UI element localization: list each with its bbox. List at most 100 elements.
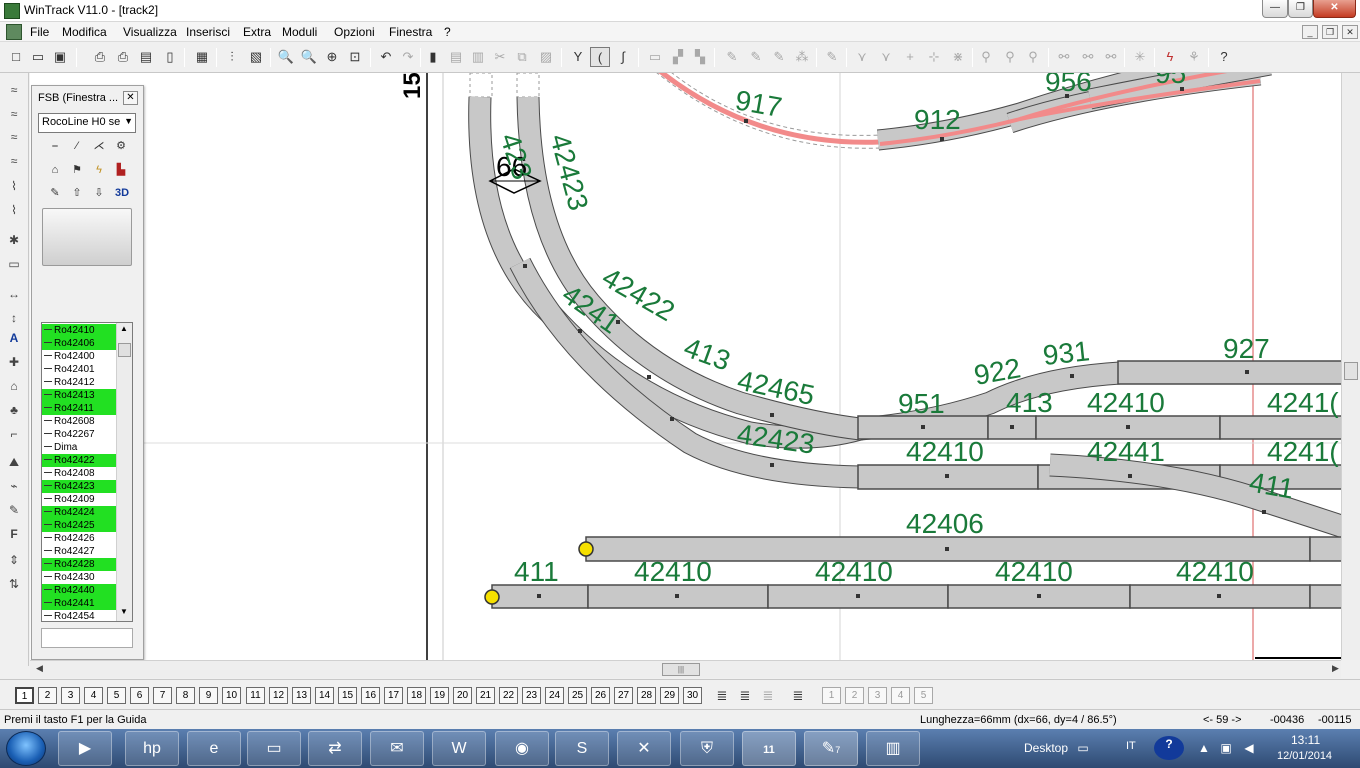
edit-track3-icon[interactable]: ✎ [769,47,789,67]
train-icon[interactable]: ▙ [112,162,130,178]
media-player-icon[interactable]: ▶ [58,731,112,766]
zoom-all-icon[interactable]: ⊡ [345,47,365,67]
track-list-item[interactable]: Ro42406 [42,337,116,350]
layer-stack2-icon[interactable]: ≣ [735,686,755,706]
open-folder-icon[interactable]: ▭ [28,47,48,67]
align-icon[interactable]: ▞ [668,47,688,67]
view-3d-button[interactable]: 3D [111,185,133,201]
decoder2-icon[interactable]: ⚯ [1078,47,1098,67]
zoom-in-icon[interactable]: 🔍 [299,47,319,67]
signal-icon[interactable]: ⚑ [68,162,86,178]
layer-button[interactable]: 24 [545,687,564,704]
measure2-icon[interactable]: ⇅ [4,575,24,593]
text-icon[interactable]: A [4,329,24,347]
minimize-button[interactable]: — [1262,0,1288,18]
track-list-item[interactable]: Ro42426 [42,532,116,545]
track-list-item[interactable]: Dima [42,441,116,454]
flex-track2-icon[interactable]: ≈ [4,105,24,123]
layer-button[interactable]: 28 [637,687,656,704]
graph-icon[interactable]: ⌁ [4,477,24,495]
flex-track-icon[interactable]: ≈ [4,81,24,99]
clock-time[interactable]: 13:11 [1291,733,1320,747]
mdi-minimize-button[interactable]: _ [1302,25,1318,39]
maximize-button[interactable]: ❐ [1288,0,1313,18]
layer-button[interactable]: 19 [430,687,449,704]
scroll-right-icon[interactable]: ▶ [1332,663,1339,674]
page-icon[interactable]: ▯ [160,47,180,67]
hp-icon[interactable]: hp [125,731,179,766]
scroll-up-icon[interactable]: ▲ [120,324,128,333]
outlook-icon[interactable]: ✉ [370,731,424,766]
track-list-item[interactable]: Ro42409 [42,493,116,506]
track-list-item[interactable]: Ro42425 [42,519,116,532]
skype-icon[interactable]: S [555,731,609,766]
document-icon[interactable] [6,24,22,40]
measure-icon[interactable]: ⇕ [4,551,24,569]
layer-button[interactable]: 17 [384,687,403,704]
fsb-close-button[interactable]: ✕ [123,91,138,105]
print-setup-icon[interactable]: ▤ [136,47,156,67]
extra-layer-button[interactable]: 2 [845,687,864,704]
mdi-restore-button[interactable]: ❐ [1322,25,1338,39]
arrow-down-icon[interactable]: ⇩ [90,185,108,201]
shield-app-icon[interactable]: ✕ [617,731,671,766]
symbol-icon[interactable]: ✱ [4,231,24,249]
menu-finestra[interactable]: Finestra [389,25,432,39]
tree-icon[interactable]: ♣ [4,401,24,419]
group-icon[interactable]: ⁂ [792,47,812,67]
settings-sliders-icon[interactable]: ⫶ [222,47,242,67]
split-track-icon[interactable]: Y [568,47,588,67]
layer-button[interactable]: 2 [38,687,57,704]
help-tray-icon[interactable]: ? [1154,736,1184,760]
track-list-item[interactable]: Ro42401 [42,363,116,376]
volume-icon[interactable]: ◀ [1241,740,1257,756]
dimension2-icon[interactable]: ↕ [4,309,24,327]
building-icon[interactable]: ⌂ [46,162,64,178]
layer-button[interactable]: 22 [499,687,518,704]
switch-track-icon[interactable]: ⋌ [90,138,108,154]
menu-file[interactable]: File [30,25,49,39]
cut-icon[interactable]: ✂ [490,47,510,67]
word-icon[interactable]: W [432,731,486,766]
scroll-down-icon[interactable]: ▼ [120,607,128,616]
straight-track-icon[interactable]: ⎯ [46,138,64,154]
layer-button[interactable]: 3 [61,687,80,704]
road-icon[interactable]: ⌐ [4,425,24,443]
image-icon[interactable]: ▧ [246,47,266,67]
layer-manager-icon[interactable]: ≣ [788,686,808,706]
layer-button[interactable]: 18 [407,687,426,704]
layer-button[interactable]: 1 [15,687,34,704]
extra-layer-button[interactable]: 1 [822,687,841,704]
menu-visualizza[interactable]: Visualizza [123,25,177,39]
copy-icon[interactable]: ⧉ [512,47,532,67]
delete-icon[interactable]: ▮ [423,47,443,67]
layer-button[interactable]: 21 [476,687,495,704]
layer-button[interactable]: 12 [269,687,288,704]
layer-button[interactable]: 4 [84,687,103,704]
paint-icon[interactable]: ✎7 [804,731,858,766]
paste-icon[interactable]: ▨ [536,47,556,67]
track-list-item[interactable]: Ro42428 [42,558,116,571]
layer-button[interactable]: 25 [568,687,587,704]
layer-button[interactable]: 20 [453,687,472,704]
print-icon[interactable]: ⎙ [113,47,133,67]
desktop-label[interactable]: Desktop [1024,741,1068,755]
scroll-left-icon[interactable]: ◀ [36,663,43,674]
menu-extra[interactable]: Extra [243,25,271,39]
edit-track2-icon[interactable]: ✎ [746,47,766,67]
layer-button[interactable]: 10 [222,687,241,704]
edit-track-icon[interactable]: ✎ [722,47,742,67]
track-list-item[interactable]: Ro42413 [42,389,116,402]
zoom-out-icon[interactable]: 🔍 [276,47,296,67]
signal3-icon[interactable]: ⚲ [1023,47,1043,67]
switch-icon[interactable]: ⋎ [852,47,872,67]
canvas-horizontal-scrollbar[interactable]: ◀ ||| ▶ [30,660,1341,678]
menu-opzioni[interactable]: Opzioni [334,25,375,39]
chrome-icon[interactable]: ◉ [495,731,549,766]
flex-track-icon[interactable]: ∫ [613,47,633,67]
turntable-icon[interactable]: ⚙ [112,138,130,154]
track-list-item[interactable]: Ro42400 [42,350,116,363]
save-icon[interactable]: ▣ [50,47,70,67]
track-list-item[interactable]: Ro42430 [42,571,116,584]
list-icon[interactable]: ▥ [468,47,488,67]
